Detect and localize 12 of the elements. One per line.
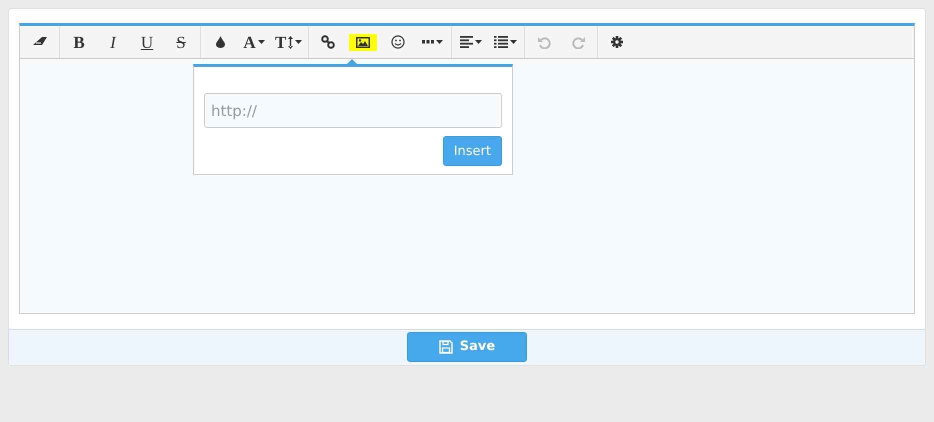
strikethrough-button[interactable]: S — [164, 28, 198, 56]
caret-icon — [475, 40, 482, 44]
font-size-button[interactable]: T — [271, 28, 306, 56]
caret-icon — [436, 40, 443, 44]
caret-icon — [258, 40, 265, 44]
font-button[interactable]: A — [237, 28, 271, 56]
italic-button[interactable]: I — [96, 28, 130, 56]
bold-button[interactable]: B — [62, 28, 96, 56]
underline-button[interactable]: U — [130, 28, 164, 56]
caret-icon — [510, 40, 517, 44]
url-input[interactable]: http:// — [204, 93, 502, 128]
caret-icon — [295, 40, 302, 44]
